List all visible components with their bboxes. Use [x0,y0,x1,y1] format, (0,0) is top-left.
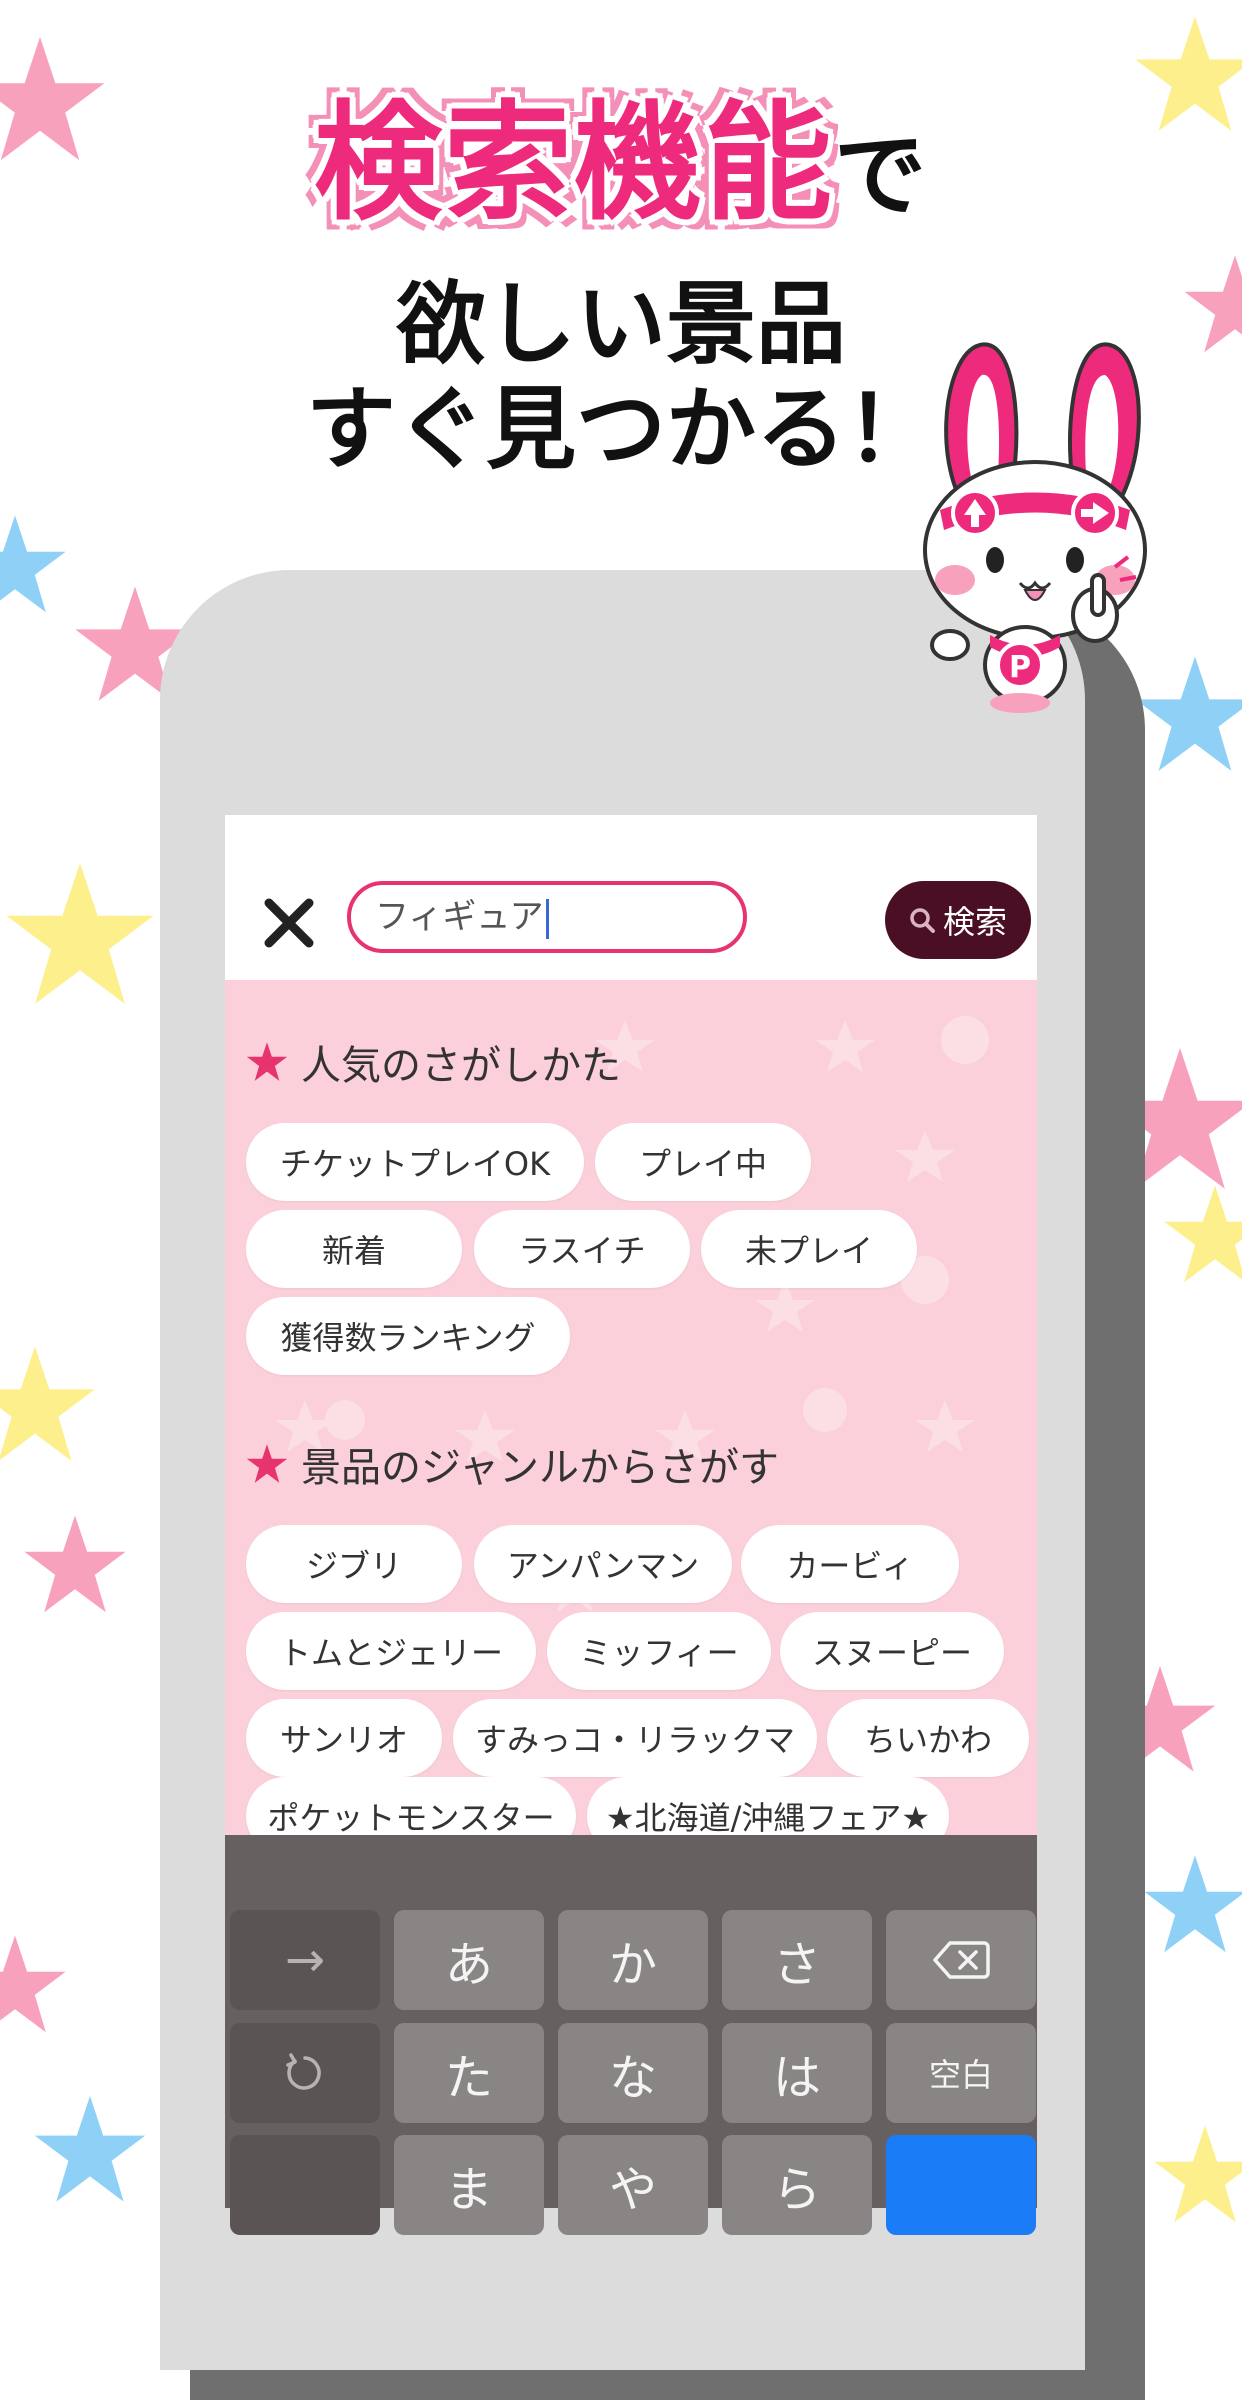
decor-star-yellow [0,1346,95,1461]
decor-star-yellow [1154,2125,1242,2223]
decor-star-blue [1144,1855,1242,1953]
chip-tom-and-jerry[interactable]: トムとジェリー [246,1612,536,1690]
chip-kirby[interactable]: カービィ [741,1525,959,1603]
headline-suffix: で [834,122,929,229]
headline-highlight: 検索機能 [313,89,834,238]
decor-star-blue [34,2096,146,2202]
chip-miffy[interactable]: ミッフィー [547,1612,771,1690]
mascot-rabbit-illustration: P [923,342,1147,713]
popular-title-text: 人気のさがしかた [301,1043,621,1089]
decor-star-yellow [1164,1185,1242,1283]
key-ra[interactable]: ら [722,2135,872,2235]
key-ya[interactable]: や [558,2135,708,2235]
backspace-icon [933,1941,990,1979]
chip-last-one[interactable]: ラスイチ [474,1210,690,1288]
key-na[interactable]: な [558,2023,708,2123]
decor-star-yellow [6,863,154,1004]
key-ka[interactable]: か [558,1910,708,2010]
chip-playing[interactable]: プレイ中 [595,1123,811,1201]
chip-sanrio[interactable]: サンリオ [246,1699,442,1777]
svg-text:P: P [1009,650,1031,685]
key-abc[interactable] [230,2135,380,2235]
key-return[interactable] [886,2135,1036,2235]
search-button-label: 検索 [942,903,1007,941]
key-ha[interactable]: は [722,2023,872,2123]
search-input-value: フィギュア [375,897,544,937]
key-a[interactable]: あ [394,1910,544,2010]
key-sa[interactable]: さ [722,1910,872,2010]
text-caret [545,898,549,939]
headline-line1: 検索機能で [0,100,1242,228]
key-undo[interactable] [230,2023,380,2123]
key-ta[interactable]: た [394,2023,544,2123]
chip-sumikko-rilakkuma[interactable]: すみっコ・リラックマ [453,1699,817,1777]
search-icon [910,908,935,933]
key-ma[interactable]: ま [394,2135,544,2235]
chip-ghibli[interactable]: ジブリ [246,1525,462,1603]
key-arrow-right[interactable]: → [230,1910,380,2010]
keyboard: → あ か さ た な は 空白 ま や ら [225,1835,1037,2235]
decor-star-pink [0,1935,66,2033]
star-icon [246,1444,288,1483]
chip-anpanman[interactable]: アンパンマン [474,1525,732,1603]
undo-icon [286,2053,321,2090]
genre-title-text: 景品のジャンルからさがす [301,1445,779,1491]
key-backspace[interactable] [886,1910,1036,2010]
chip-ranking[interactable]: 獲得数ランキング [246,1297,570,1375]
search-input[interactable]: フィギュア [347,881,747,953]
chip-new[interactable]: 新着 [246,1210,462,1288]
key-space[interactable]: 空白 [886,2023,1036,2123]
decor-star-blue [0,515,66,613]
search-bar: フィギュア 検索 [225,815,1037,980]
close-icon[interactable] [263,897,315,949]
genre-section-title: 景品のジャンルからさがす [245,1435,779,1493]
search-button[interactable]: 検索 [885,881,1031,959]
popular-section-title: 人気のさがしかた [245,1033,621,1091]
chip-ticket-play-ok[interactable]: チケットプレイOK [246,1123,584,1201]
chip-not-played[interactable]: 未プレイ [701,1210,917,1288]
chip-snoopy[interactable]: スヌーピー [780,1612,1004,1690]
star-icon [246,1042,288,1081]
chip-chiikawa[interactable]: ちいかわ [827,1699,1029,1777]
decor-star-pink [24,1515,126,1613]
